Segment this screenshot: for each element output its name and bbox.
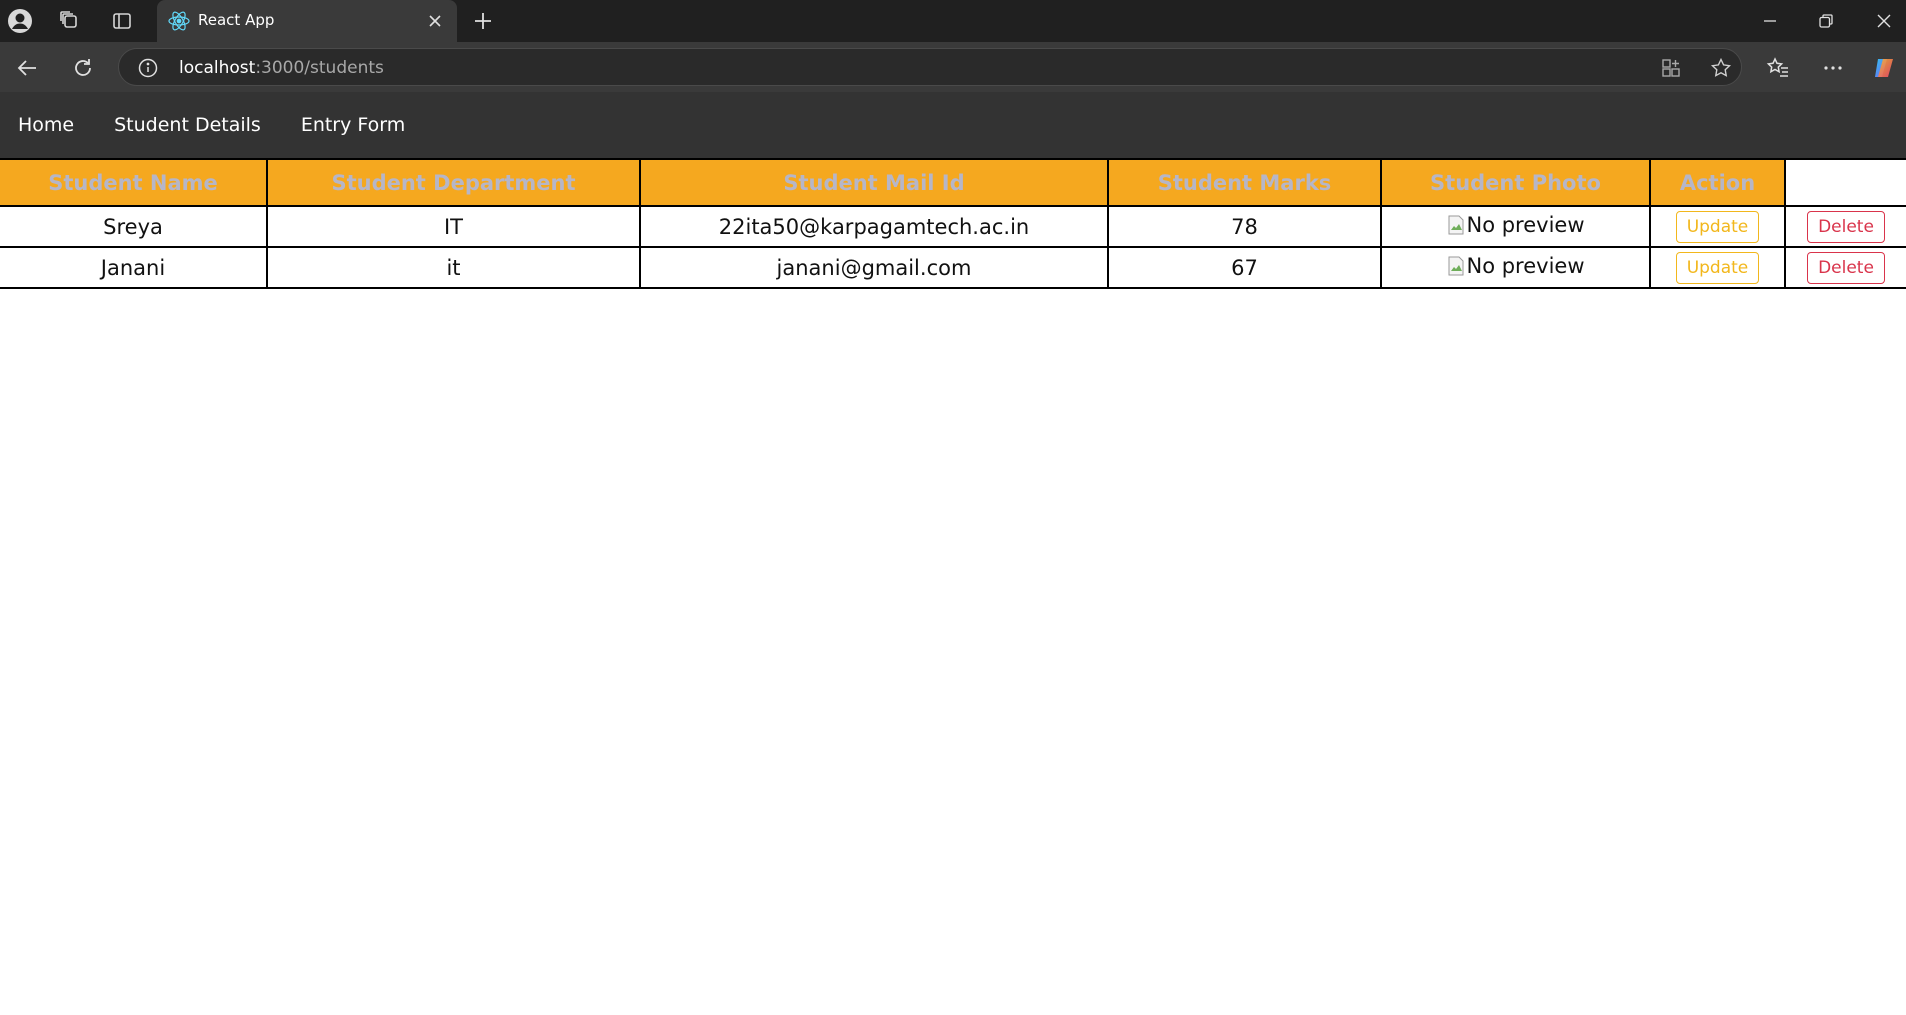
tab-title: React App bbox=[198, 11, 275, 29]
cell-update-action: Update bbox=[1649, 205, 1786, 248]
browser-toolbar: localhost:3000/students bbox=[0, 42, 1906, 92]
cell-student-marks: 78 bbox=[1107, 205, 1382, 248]
more-options-icon[interactable] bbox=[1820, 55, 1846, 81]
broken-image-icon bbox=[1448, 256, 1464, 275]
nav-link-home[interactable]: Home bbox=[18, 114, 74, 136]
cell-student-department: it bbox=[266, 246, 641, 289]
tab-actions-icon[interactable] bbox=[108, 7, 136, 35]
table-row: Sreya IT 22ita50@karpagamtech.ac.in 78 N… bbox=[0, 205, 1906, 248]
nav-link-student-details[interactable]: Student Details bbox=[114, 114, 261, 136]
copilot-icon[interactable] bbox=[1872, 55, 1898, 81]
header-student-department: Student Department bbox=[266, 158, 641, 207]
profile-avatar-icon[interactable] bbox=[6, 7, 34, 35]
students-table: Student Name Student Department Student … bbox=[0, 158, 1906, 289]
url-path: :3000/students bbox=[255, 58, 384, 78]
header-student-marks: Student Marks bbox=[1107, 158, 1382, 207]
refresh-icon[interactable] bbox=[68, 53, 98, 83]
react-logo-icon bbox=[167, 9, 191, 33]
student-photo: No preview bbox=[1446, 253, 1585, 278]
close-window-icon[interactable] bbox=[1870, 7, 1898, 35]
back-arrow-icon[interactable] bbox=[12, 53, 42, 83]
address-bar[interactable]: localhost:3000/students bbox=[118, 48, 1742, 86]
app-available-icon[interactable] bbox=[1660, 57, 1682, 79]
update-button[interactable]: Update bbox=[1675, 210, 1760, 243]
cell-student-name: Janani bbox=[0, 246, 268, 289]
table-header-row: Student Name Student Department Student … bbox=[0, 158, 1906, 207]
photo-alt-text: No preview bbox=[1466, 212, 1585, 237]
site-info-icon[interactable] bbox=[137, 57, 159, 79]
app-navbar: Home Student Details Entry Form bbox=[0, 92, 1906, 158]
header-student-name: Student Name bbox=[0, 158, 268, 207]
new-tab-icon[interactable] bbox=[469, 7, 497, 35]
favorite-star-icon[interactable] bbox=[1710, 57, 1732, 79]
restore-icon[interactable] bbox=[1812, 7, 1840, 35]
header-action: Action bbox=[1649, 158, 1786, 207]
cell-student-photo: No preview bbox=[1380, 246, 1651, 289]
students-table-wrapper: Student Name Student Department Student … bbox=[0, 158, 1906, 289]
update-button[interactable]: Update bbox=[1675, 251, 1760, 284]
cell-delete-action: Delete bbox=[1784, 205, 1906, 248]
header-empty-cell bbox=[1784, 158, 1906, 207]
browser-tab-active[interactable]: React App bbox=[157, 0, 457, 42]
header-student-mail-id: Student Mail Id bbox=[639, 158, 1109, 207]
cell-student-marks: 67 bbox=[1107, 246, 1382, 289]
close-tab-icon[interactable] bbox=[423, 9, 447, 33]
cell-update-action: Update bbox=[1649, 246, 1786, 289]
workspaces-icon[interactable] bbox=[56, 7, 84, 35]
nav-link-entry-form[interactable]: Entry Form bbox=[301, 114, 405, 136]
table-row: Janani it janani@gmail.com 67 No preview… bbox=[0, 246, 1906, 289]
delete-button[interactable]: Delete bbox=[1807, 210, 1885, 243]
cell-student-photo: No preview bbox=[1380, 205, 1651, 248]
delete-button[interactable]: Delete bbox=[1807, 251, 1885, 284]
student-photo: No preview bbox=[1446, 212, 1585, 237]
cell-student-mail: 22ita50@karpagamtech.ac.in bbox=[639, 205, 1109, 248]
minimize-icon[interactable] bbox=[1756, 7, 1784, 35]
favorites-icon[interactable] bbox=[1765, 55, 1791, 81]
browser-tab-bar: React App bbox=[0, 0, 1906, 42]
broken-image-icon bbox=[1448, 215, 1464, 234]
photo-alt-text: No preview bbox=[1466, 253, 1585, 278]
header-student-photo: Student Photo bbox=[1380, 158, 1651, 207]
cell-student-department: IT bbox=[266, 205, 641, 248]
cell-delete-action: Delete bbox=[1784, 246, 1906, 289]
cell-student-name: Sreya bbox=[0, 205, 268, 248]
url-host: localhost bbox=[179, 58, 256, 78]
url-text[interactable]: localhost:3000/students bbox=[179, 58, 384, 78]
cell-student-mail: janani@gmail.com bbox=[639, 246, 1109, 289]
